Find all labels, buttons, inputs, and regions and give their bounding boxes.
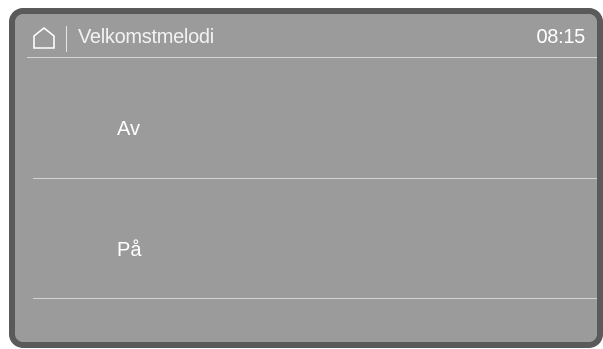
clock-time: 08:15 [536, 26, 585, 48]
option-on-label: På [117, 239, 142, 261]
home-icon[interactable] [32, 26, 56, 50]
display-bezel: Velkomstmelodi 08:15 Av På [9, 8, 603, 348]
option-off-label: Av [117, 118, 140, 140]
option-divider [33, 298, 597, 299]
option-off[interactable]: Av [33, 58, 597, 179]
display-screen: Velkomstmelodi 08:15 Av På [15, 14, 597, 342]
home-icon-graphic [33, 26, 55, 49]
page-title: Velkomstmelodi [78, 26, 214, 48]
option-on[interactable]: På [33, 178, 597, 299]
header-bar: Velkomstmelodi 08:15 [15, 14, 597, 58]
device-frame: Velkomstmelodi 08:15 Av På [0, 0, 603, 349]
header-separator [66, 26, 67, 52]
